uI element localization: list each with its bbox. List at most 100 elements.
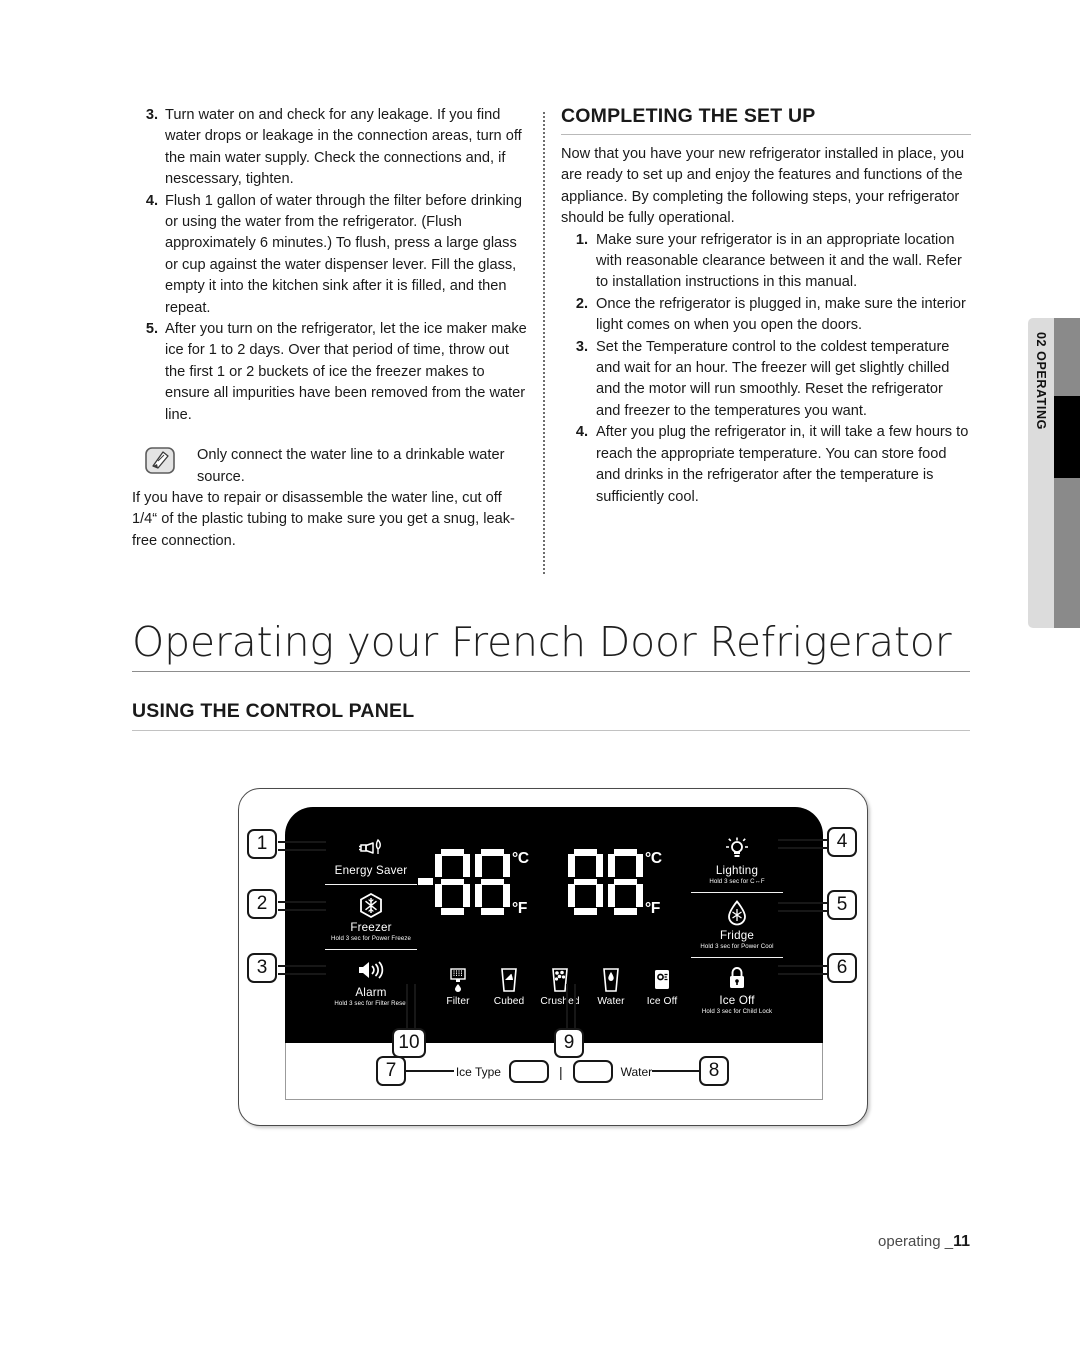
top-content-area: 3. Turn water on and check for any leaka… [0,0,1080,600]
section-heading-completing-setup: COMPLETING THE SET UP [561,105,971,135]
callout-8: 8 [699,1056,729,1086]
callout-1: 1 [247,829,277,859]
button-sublabel: Hold 3 sec for C↔F [709,878,765,885]
page-title: Operating your French Door Refrigerator [132,617,970,672]
note-pen-icon [145,447,175,474]
seven-segment-digit [568,849,603,915]
list-item-number: 2. [575,295,588,312]
seven-segment-digit [435,849,470,915]
edge-tab-label: 02 OPERATING [1034,332,1048,430]
ice-type-label: Ice Type [455,1064,501,1079]
digits [435,849,510,915]
divider [691,957,783,958]
list-item: 1. Make sure your refrigerator is in an … [561,230,971,294]
callout-7: 7 [376,1056,406,1086]
leader-line-8 [652,1070,700,1072]
control-panel-display-area: Energy Saver Freezer Hold 3 sec for Powe… [285,807,823,1043]
edge-tab-black-marker [1054,396,1080,478]
indicator-label: Cubed [493,996,525,1007]
list-item-text: Set the Temperature control to the colde… [596,338,950,419]
chapter-heading-block: Operating your French Door Refrigerator [132,617,970,672]
list-item-number: 4. [145,192,158,209]
water-button[interactable] [572,1060,613,1083]
leader-line-6 [778,965,828,975]
crushed-ice-icon [537,965,583,993]
button-label: Energy Saver [334,864,408,877]
right-button-group: Lighting Hold 3 sec for C↔F Fridge Hold … [677,835,797,1016]
list-item: 2. Once the refrigerator is plugged in, … [561,294,971,337]
snowflake-icon [311,892,431,918]
left-button-group: Energy Saver Freezer Hold 3 sec for Powe… [311,835,431,1008]
leader-line-1 [278,841,326,851]
button-sublabel: Hold 3 sec for Power Freeze [331,935,411,942]
note-text: Only connect the water line to a drinkab… [197,447,505,485]
callout-2: 2 [247,889,277,919]
energy-saver-icon [311,835,431,861]
leader-line-10 [406,984,416,1030]
button-label: Lighting [715,864,759,877]
section-edge-tab: 02 OPERATING [1028,318,1080,628]
water-label: Water [620,1064,653,1079]
list-item: 5. After you turn on the refrigerator, l… [132,319,530,426]
list-item: 3. Set the Temperature control to the co… [561,337,971,423]
freezer-temp-display: °C °F [418,849,529,921]
indicator-label: Ice Off [646,996,678,1007]
list-item-number: 3. [145,107,158,123]
page-number: 11 [953,1233,970,1250]
temperature-displays: °C °F °C °F [418,849,675,921]
leader-line-2 [278,901,326,911]
list-item-number: 1. [575,231,588,248]
list-item-text: Flush 1 gallon of water through the filt… [165,192,522,316]
seven-segment-digit [475,849,510,915]
button-energy-saver[interactable]: Energy Saver [311,835,431,878]
fridge-temp-display: °C °F [568,849,662,921]
button-freezer[interactable]: Freezer Hold 3 sec for Power Freeze [311,892,431,943]
divider [325,884,417,885]
button-label: Fridge [719,929,755,942]
leader-line-9 [566,984,576,1030]
button-label: Freezer [350,921,392,934]
callout-10: 10 [392,1028,426,1058]
list-item-text: After you plug the refrigerator in, it w… [596,424,969,505]
button-label: Ice Off [719,994,755,1007]
right-column: COMPLETING THE SET UP Now that you have … [561,105,971,508]
leader-line-5 [778,902,828,912]
indicator-label: Crushed [540,996,580,1007]
left-column: 3. Turn water on and check for any leaka… [132,105,530,552]
right-steps-list: 1. Make sure your refrigerator is in an … [561,230,971,508]
alarm-speaker-icon [311,957,431,983]
list-item-text: Make sure your refrigerator is in an app… [596,231,962,291]
cubed-ice-icon [486,965,532,993]
left-steps-list: 3. Turn water on and check for any leaka… [132,105,530,426]
seven-segment-digit [608,849,643,915]
list-item-number: 5. [145,321,158,338]
list-item: 4. After you plug the refrigerator in, i… [561,422,971,508]
unit-labels: °C °F [645,851,673,917]
callout-5: 5 [827,890,857,920]
water-glass-icon [588,965,634,993]
ice-off-icon [639,965,685,993]
list-item-text: Turn water on and check for any leakage.… [165,107,522,188]
ice-type-button[interactable] [508,1060,549,1083]
callout-9: 9 [554,1028,584,1058]
callout-4: 4 [827,827,857,857]
minus-sign [418,878,433,885]
divider [325,949,417,950]
list-item: 4. Flush 1 gallon of water through the f… [132,191,530,319]
section-heading-control-panel: USING THE CONTROL PANEL [132,700,970,731]
indicator-crushed: Crushed [537,965,583,1007]
list-item-text: Once the refrigerator is plugged in, mak… [596,295,966,334]
leader-line-4 [778,839,828,849]
page-footer: operating _11 [0,1233,1080,1251]
celsius-label: °C [512,850,529,867]
list-item: 3. Turn water on and check for any leaka… [132,105,530,191]
control-panel-diagram: Energy Saver Freezer Hold 3 sec for Powe… [238,788,868,1128]
leader-line-7 [406,1070,454,1072]
leader-line-3 [278,965,326,975]
indicator-ice-off: Ice Off [639,965,685,1007]
indicator-filter: Filter [435,965,481,1007]
list-item-number: 4. [575,424,588,441]
indicator-cubed: Cubed [486,965,532,1007]
indicator-label: Water [597,996,625,1007]
button-sublabel: Hold 3 sec for Power Cool [700,943,774,950]
